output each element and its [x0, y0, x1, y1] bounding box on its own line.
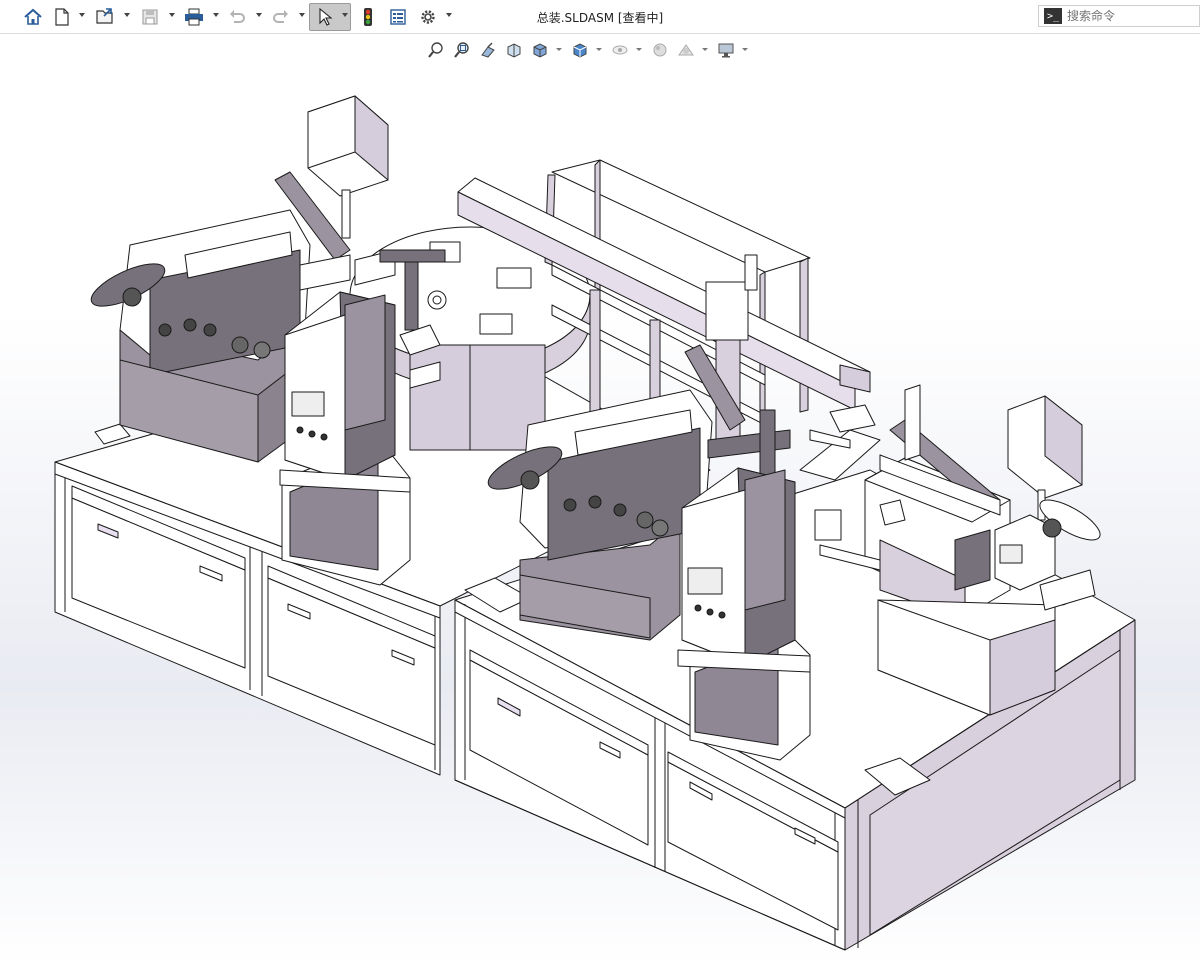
command-search-box[interactable]: >_	[1038, 5, 1200, 27]
view-orientation-caret[interactable]	[556, 48, 562, 51]
command-prompt-icon: >_	[1044, 8, 1062, 24]
document-title: 总装.SLDASM [查看中]	[536, 11, 664, 25]
view-settings-icon[interactable]	[716, 40, 736, 60]
section-view-icon[interactable]	[504, 40, 524, 60]
open-dropdown-caret[interactable]	[124, 13, 130, 17]
print-dropdown-caret[interactable]	[213, 13, 219, 17]
view-heads-up-toolbar	[424, 40, 754, 62]
view-orientation-icon[interactable]	[530, 40, 550, 60]
zoom-to-fit-icon[interactable]	[426, 40, 446, 60]
file-properties-icon[interactable]	[387, 4, 409, 30]
view-settings-caret[interactable]	[742, 48, 748, 51]
previous-view-icon[interactable]	[478, 40, 498, 60]
open-file-icon[interactable]	[94, 4, 116, 30]
graphics-area[interactable]	[0, 35, 1200, 966]
gear-icon[interactable]	[417, 4, 439, 30]
select-pointer-button[interactable]	[309, 3, 351, 31]
select-dropdown-caret[interactable]	[342, 13, 348, 17]
new-dropdown-caret[interactable]	[79, 13, 85, 17]
apply-scene-icon[interactable]	[676, 40, 696, 60]
save-icon[interactable]	[139, 4, 161, 30]
undo-dropdown-caret[interactable]	[256, 13, 262, 17]
select-pointer-icon	[319, 7, 333, 26]
zoom-to-area-icon[interactable]	[452, 40, 472, 60]
main-toolbar: 总装.SLDASM [查看中] >_	[0, 0, 1200, 34]
display-style-caret[interactable]	[596, 48, 602, 51]
search-input[interactable]	[1067, 9, 1187, 23]
edit-appearance-icon[interactable]	[650, 40, 670, 60]
rebuild-traffic-light-icon[interactable]	[359, 4, 377, 30]
apply-scene-caret[interactable]	[702, 48, 708, 51]
redo-dropdown-caret[interactable]	[299, 13, 305, 17]
home-icon[interactable]	[22, 4, 44, 30]
redo-icon[interactable]	[270, 4, 292, 30]
new-document-icon[interactable]	[52, 4, 72, 30]
hide-show-items-icon[interactable]	[610, 40, 630, 60]
undo-icon[interactable]	[226, 4, 248, 30]
save-dropdown-caret[interactable]	[169, 13, 175, 17]
display-style-icon[interactable]	[570, 40, 590, 60]
assembly-model[interactable]	[0, 35, 1200, 966]
hide-show-caret[interactable]	[636, 48, 642, 51]
print-icon[interactable]	[183, 4, 205, 30]
